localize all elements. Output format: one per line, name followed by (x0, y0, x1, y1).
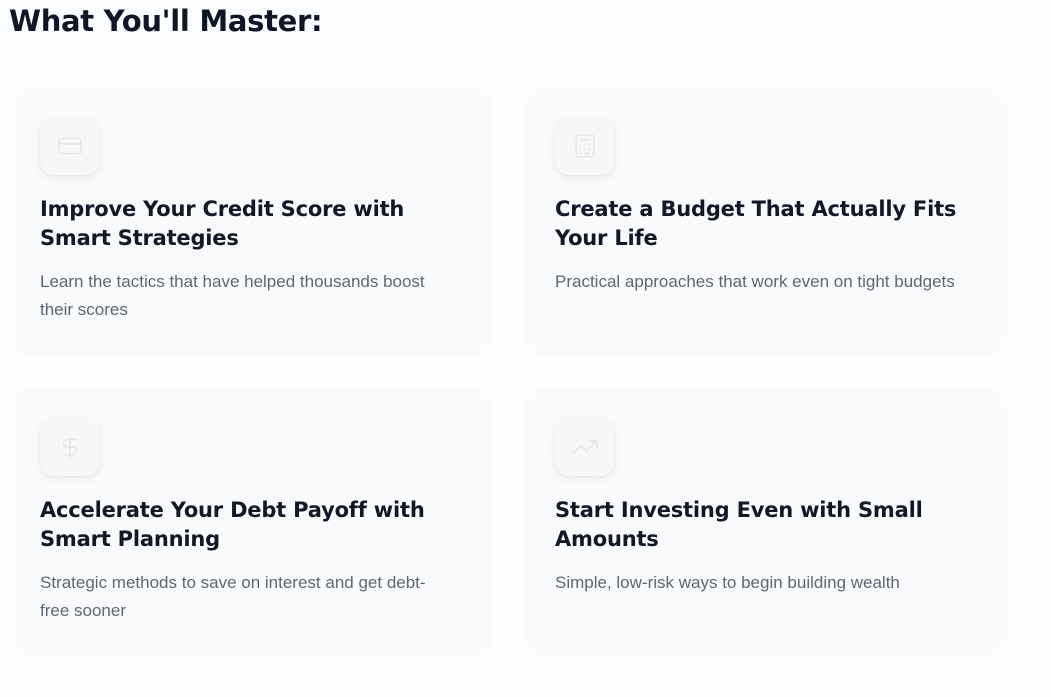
card-description: Learn the tactics that have helped thous… (40, 272, 425, 319)
trending-up-icon (555, 418, 615, 476)
card-description: Strategic methods to save on interest an… (40, 573, 426, 620)
dollar-icon (40, 418, 100, 476)
card-title: Start Investing Even with Small Amounts (555, 498, 923, 551)
credit-card-icon (40, 117, 100, 175)
card-description: Simple, low-risk ways to begin building … (555, 573, 900, 592)
feature-card-budget: Create a Budget That Actually Fits Your … (525, 87, 1007, 354)
card-description: Practical approaches that work even on t… (555, 272, 955, 291)
card-title: Accelerate Your Debt Payoff with Smart P… (40, 498, 425, 551)
card-title: Improve Your Credit Score with Smart Str… (40, 197, 405, 250)
feature-card-debt-payoff: Accelerate Your Debt Payoff with Smart P… (10, 388, 492, 655)
feature-card-credit-score: Improve Your Credit Score with Smart Str… (10, 87, 492, 354)
section-title: What You'll Master: (9, 4, 323, 38)
feature-card-investing: Start Investing Even with Small Amounts … (525, 388, 1007, 655)
card-title: Create a Budget That Actually Fits Your … (555, 197, 957, 250)
page: What You'll Master: Improve Your Credit … (0, 0, 1051, 697)
calculator-icon (555, 117, 615, 175)
